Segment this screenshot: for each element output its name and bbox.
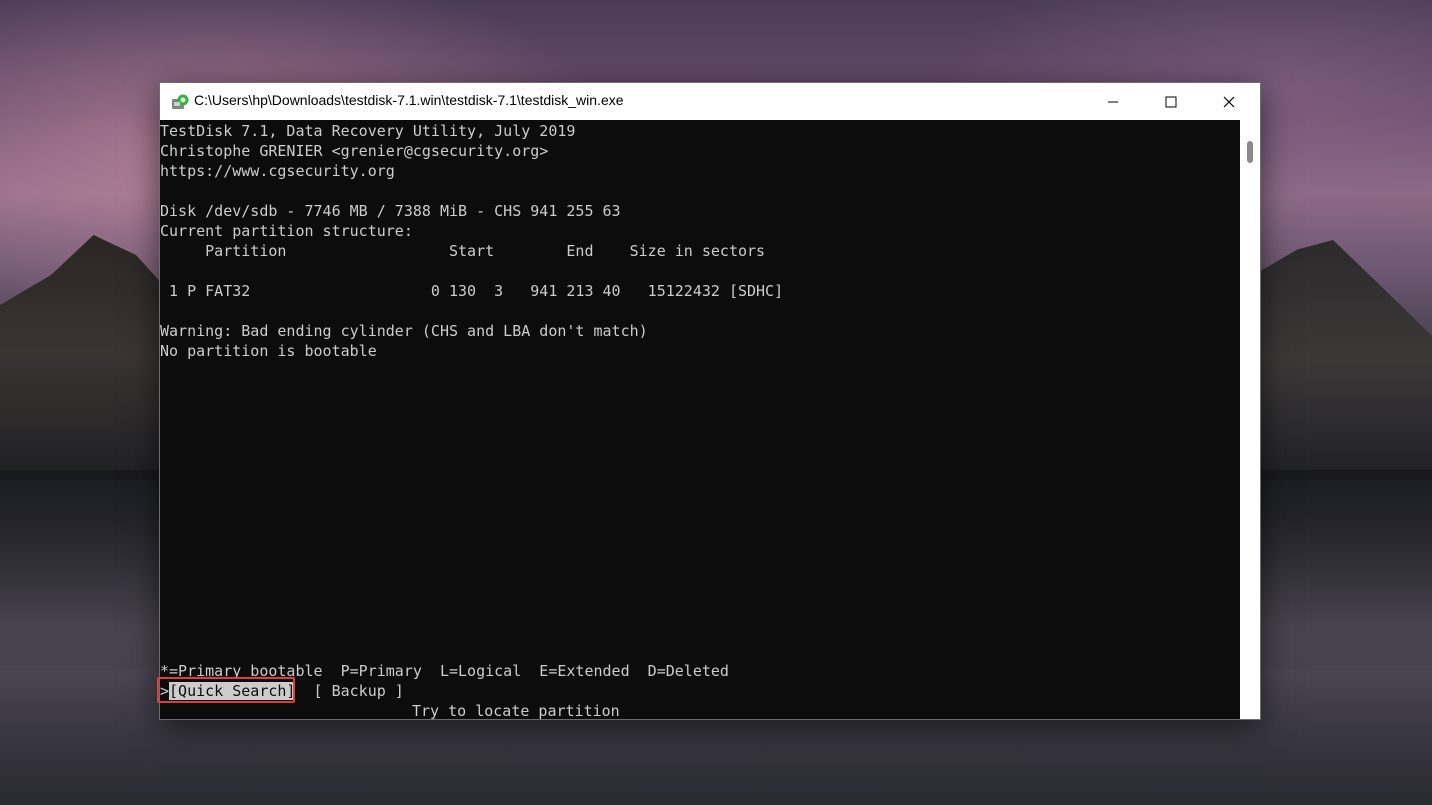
warning-line: Warning: Bad ending cylinder (CHS and LB… xyxy=(160,322,648,340)
menu-hint-line: Try to locate partition xyxy=(412,702,620,720)
background-shore-right xyxy=(1252,470,1432,670)
app-icon xyxy=(170,92,190,112)
minimize-icon xyxy=(1108,101,1118,102)
header-line-3: https://www.cgsecurity.org xyxy=(160,162,395,180)
scrollbar-thumb[interactable] xyxy=(1247,141,1253,163)
partition-row: 1 P FAT32 0 130 3 941 213 40 15122432 [S… xyxy=(160,282,784,300)
quick-search-highlight-box xyxy=(157,677,295,703)
header-line-2: Christophe GRENIER <grenier@cgsecurity.o… xyxy=(160,142,549,160)
console-output[interactable]: TestDisk 7.1, Data Recovery Utility, Jul… xyxy=(157,120,1240,720)
header-line-1: TestDisk 7.1, Data Recovery Utility, Jul… xyxy=(160,122,576,140)
partition-table-header: Partition Start End Size in sectors xyxy=(160,242,766,260)
disk-info-line: Disk /dev/sdb - 7746 MB / 7388 MiB - CHS… xyxy=(160,202,621,220)
vertical-scrollbar[interactable] xyxy=(1240,120,1260,719)
minimize-button[interactable] xyxy=(1084,83,1142,120)
bootable-note-line: No partition is bootable xyxy=(160,342,377,360)
title-bar[interactable]: C:\Users\hp\Downloads\testdisk-7.1.win\t… xyxy=(160,83,1260,120)
maximize-button[interactable] xyxy=(1142,83,1200,120)
close-icon xyxy=(1223,96,1235,107)
structure-title-line: Current partition structure: xyxy=(160,222,413,240)
close-button[interactable] xyxy=(1200,83,1258,120)
background-mountain-right xyxy=(1252,240,1432,480)
background-mountain-left xyxy=(0,235,170,480)
background-shore-left xyxy=(0,470,170,670)
console-window: C:\Users\hp\Downloads\testdisk-7.1.win\t… xyxy=(157,82,1261,720)
maximize-icon xyxy=(1165,96,1177,107)
window-title: C:\Users\hp\Downloads\testdisk-7.1.win\t… xyxy=(194,92,624,108)
backup-option[interactable]: [ Backup ] xyxy=(314,682,404,700)
